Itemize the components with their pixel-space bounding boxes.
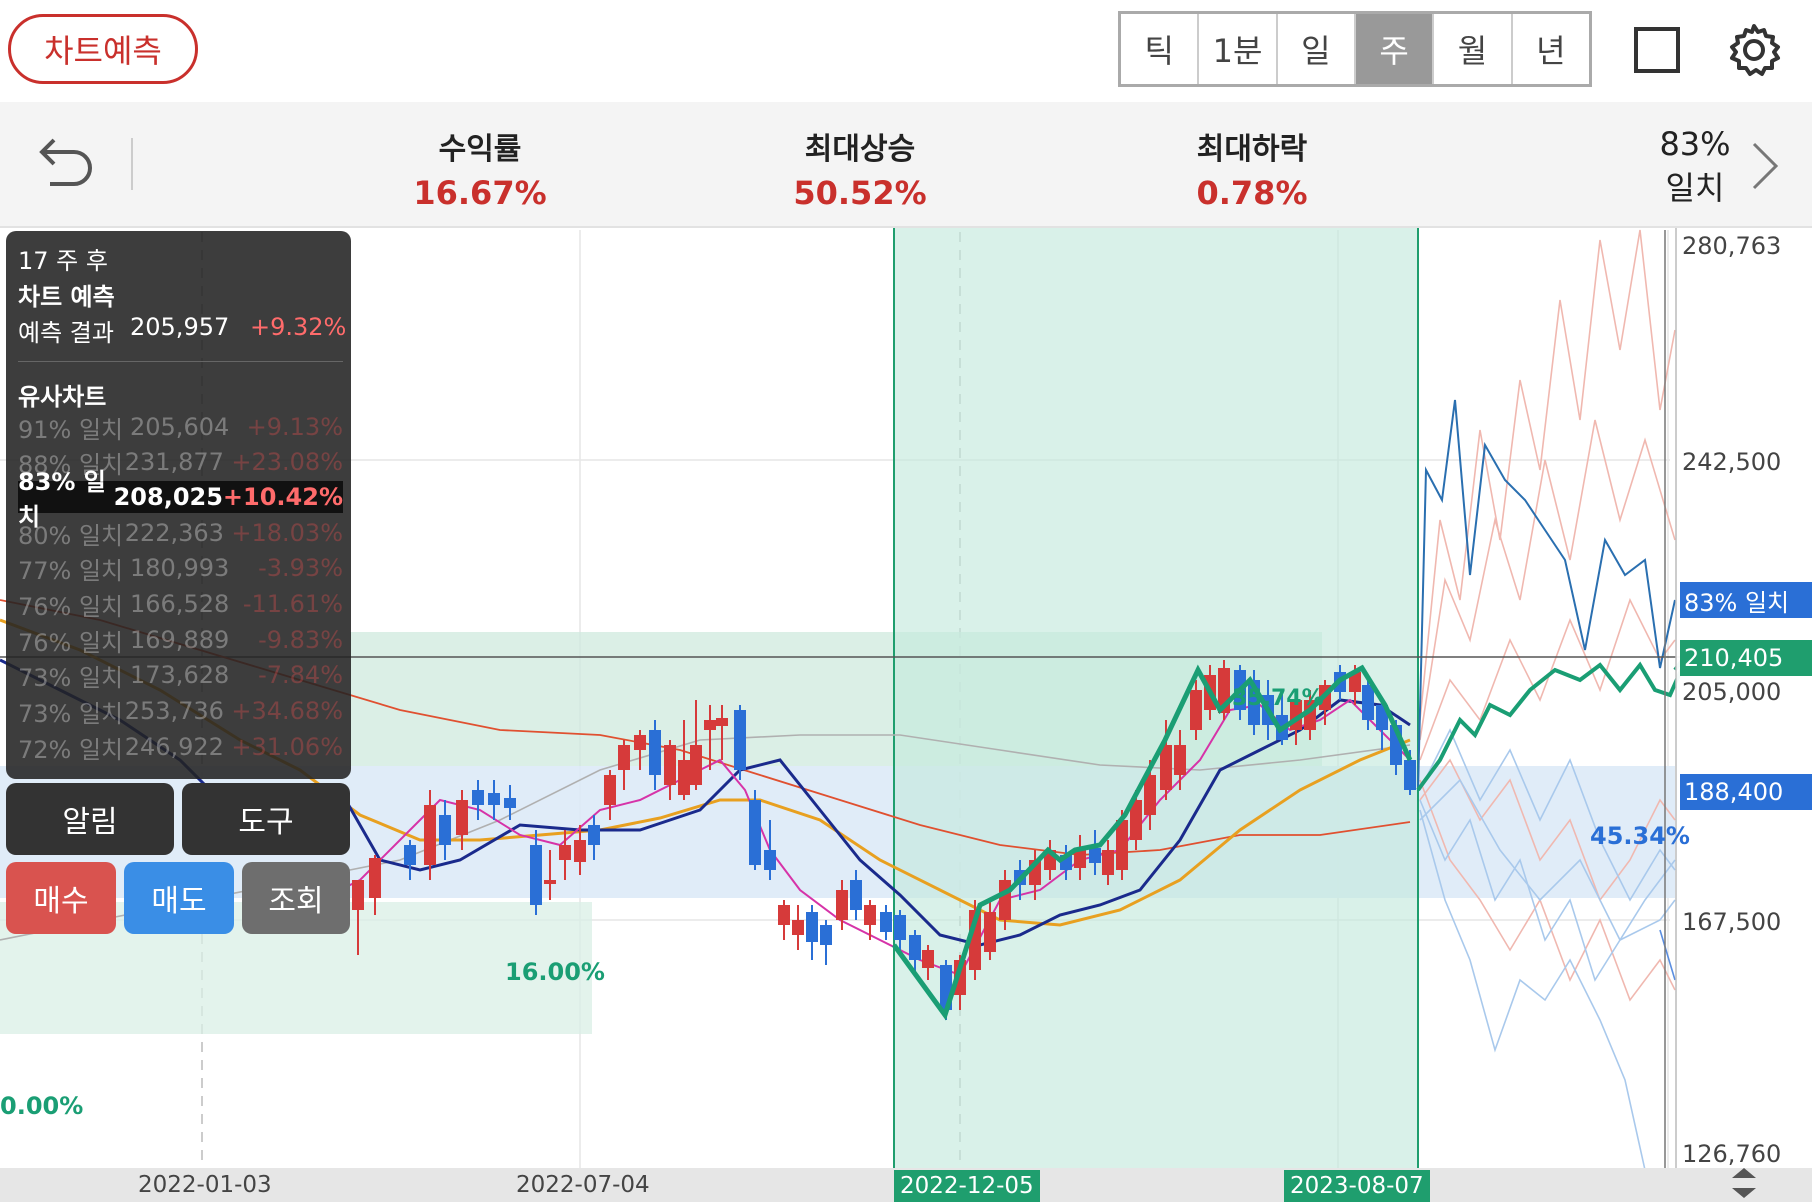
y-tick: 242,500 [1682, 448, 1782, 476]
result-change: +9.32% [250, 313, 347, 341]
annotation-0: 0.00% [0, 1092, 84, 1120]
similar-change: -3.93% [258, 554, 343, 582]
price-tag-blue: 188,400 [1680, 774, 1812, 810]
chart-predict-button[interactable]: 차트예측 [8, 14, 198, 84]
fullscreen-icon[interactable] [1634, 27, 1680, 73]
similar-row[interactable]: 76% 일치 166,528 -11.61% [18, 588, 343, 621]
prediction-tooltip: 17 주 후 차트 예측 예측 결과 205,957 +9.32% 유사차트 9… [6, 231, 351, 779]
x-tick: 2022-01-03 [138, 1172, 272, 1198]
similar-change: +18.03% [231, 519, 343, 547]
max-down-label: 최대하락 [1196, 132, 1308, 167]
max-down-stat: 최대하락 0.78% [1172, 124, 1332, 212]
period-1min[interactable]: 1분 [1199, 14, 1278, 84]
match-label: 일치 [1665, 169, 1725, 207]
similar-row-selected[interactable]: 83% 일치 208,025 +10.42% [18, 468, 343, 531]
best-match-projection [1417, 399, 1676, 791]
period-day[interactable]: 일 [1278, 14, 1356, 84]
similar-row[interactable]: 72% 일치 246,922 +31.06% [18, 731, 343, 764]
x-tag-start: 2022-12-05 [894, 1170, 1040, 1202]
similar-pct: 91% 일치 [18, 415, 124, 444]
gear-icon[interactable] [1726, 22, 1782, 78]
y-tick: 126,760 [1682, 1140, 1782, 1168]
similar-title: 유사차트 [18, 383, 107, 411]
y-tick: 205,000 [1682, 678, 1782, 706]
max-up-stat: 최대상승 50.52% [780, 124, 940, 212]
tooltip-divider [18, 361, 343, 362]
similar-pct: 76% 일치 [18, 592, 124, 621]
match-percent: 83% [1659, 125, 1731, 163]
similar-pct: 76% 일치 [18, 628, 124, 657]
similar-price: 205,604 [130, 413, 230, 441]
return-stat: 수익률 16.67% [400, 124, 560, 212]
return-value: 16.67% [413, 174, 547, 212]
current-price-tag: 210,405 [1680, 640, 1812, 676]
y-axis-panel [1676, 228, 1812, 1202]
similar-row[interactable]: 73% 일치 173,628 -7.84% [18, 659, 343, 692]
similar-change: -9.83% [258, 626, 343, 654]
similar-price: 208,025 [113, 483, 223, 511]
annotation-16: 16.00% [505, 958, 605, 986]
tooltip-title: 차트 예측 [18, 283, 115, 311]
max-up-value: 50.52% [793, 174, 927, 212]
sell-button[interactable]: 매도 [124, 862, 234, 934]
annotation-35: 35.74% [1232, 686, 1324, 711]
max-up-label: 최대상승 [804, 132, 916, 167]
similar-change: +34.68% [231, 697, 343, 725]
tools-button[interactable]: 도구 [182, 783, 350, 855]
similar-row[interactable]: 73% 일치 253,736 +34.68% [18, 695, 343, 728]
period-month[interactable]: 월 [1434, 14, 1513, 84]
top-bar: 차트예측 틱 1분 일 주 월 년 [0, 0, 1812, 102]
similar-row[interactable]: 77% 일치 180,993 -3.93% [18, 552, 343, 585]
similar-price: 253,736 [124, 697, 224, 725]
similar-row[interactable]: 80% 일치 222,363 +18.03% [18, 517, 343, 550]
similar-price: 180,993 [130, 554, 230, 582]
x-tag-end: 2023-08-07 [1284, 1170, 1430, 1202]
x-tick: 2022-07-04 [516, 1172, 650, 1198]
weeks-after: 17 주 후 [18, 247, 108, 275]
divider [131, 138, 133, 190]
similar-change: +23.08% [231, 448, 343, 476]
similar-pct: 80% 일치 [18, 521, 124, 550]
match-indicator[interactable]: 83% 일치 [1630, 122, 1760, 210]
similar-pct: 77% 일치 [18, 556, 124, 585]
similar-row[interactable]: 76% 일치 169,889 -9.83% [18, 624, 343, 657]
similar-price: 222,363 [124, 519, 224, 547]
period-week[interactable]: 주 [1355, 14, 1435, 84]
similar-change: +9.13% [246, 413, 343, 441]
annotation-45: 45.34% [1590, 822, 1690, 850]
similar-price: 173,628 [130, 661, 230, 689]
similar-price: 169,889 [130, 626, 230, 654]
similar-projections [1419, 229, 1676, 1171]
max-down-value: 0.78% [1196, 174, 1308, 212]
alert-button[interactable]: 알림 [6, 783, 174, 855]
similar-pct: 73% 일치 [18, 699, 124, 728]
similar-pct: 72% 일치 [18, 735, 124, 764]
y-tick: 167,500 [1682, 908, 1782, 936]
similar-price: 231,877 [124, 448, 224, 476]
undo-icon[interactable] [36, 138, 94, 192]
similar-change: -7.84% [258, 661, 343, 689]
similar-change: +10.42% [222, 483, 343, 511]
similar-change: -11.61% [242, 590, 343, 618]
y-tick: 280,763 [1682, 232, 1782, 260]
similar-pct: 73% 일치 [18, 663, 124, 692]
similar-row[interactable]: 91% 일치 205,604 +9.13% [18, 411, 343, 444]
query-button[interactable]: 조회 [242, 862, 350, 934]
match-tag: 83% 일치 [1680, 582, 1812, 618]
buy-button[interactable]: 매수 [6, 862, 116, 934]
return-label: 수익률 [438, 132, 522, 167]
result-value: 205,957 [130, 313, 230, 341]
period-selector: 틱 1분 일 주 월 년 [1118, 11, 1592, 87]
period-year[interactable]: 년 [1513, 14, 1589, 84]
period-tick[interactable]: 틱 [1121, 14, 1200, 84]
chevron-right-icon[interactable] [1748, 140, 1782, 192]
similar-change: +31.06% [231, 733, 343, 761]
similar-price: 166,528 [130, 590, 230, 618]
similar-price: 246,922 [124, 733, 224, 761]
result-label: 예측 결과 [18, 319, 114, 347]
